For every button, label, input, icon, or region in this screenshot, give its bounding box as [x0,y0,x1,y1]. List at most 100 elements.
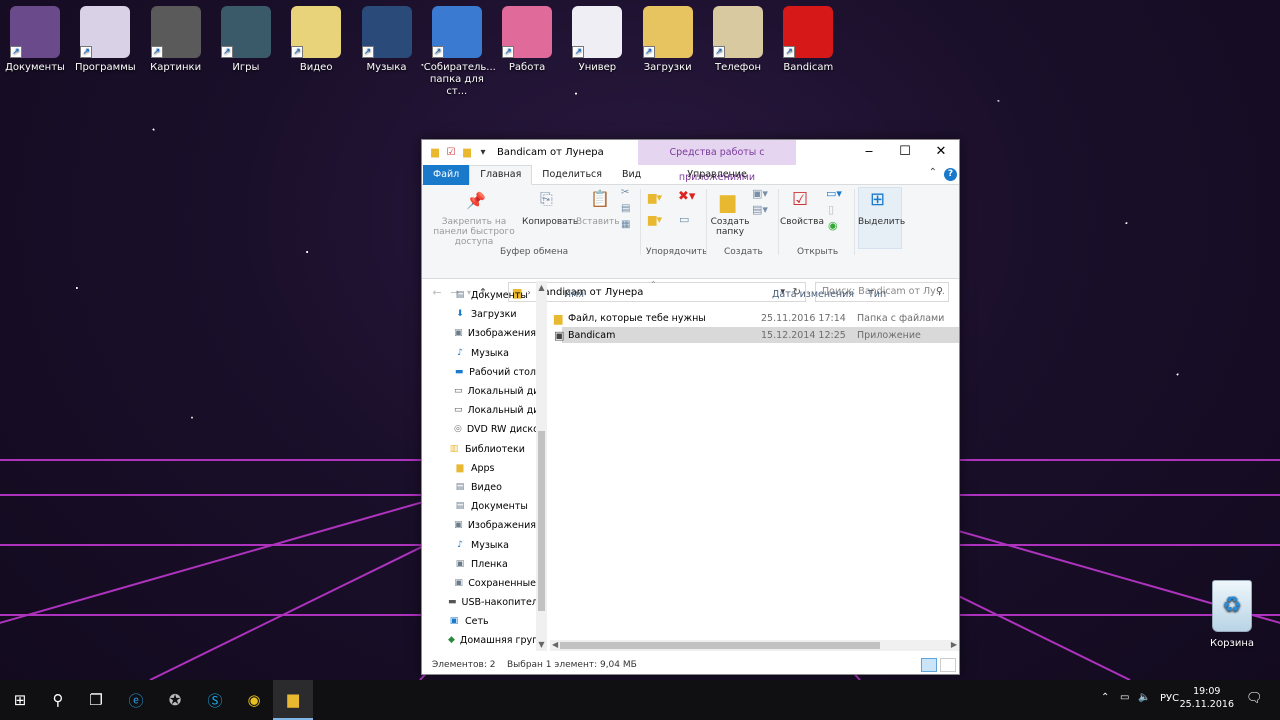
nav-item[interactable]: ◆ Домашняя груп [422,631,538,650]
nav-item[interactable]: ♪ Музыка [422,344,536,363]
column-date[interactable]: Дата изменения [772,289,854,300]
copy-button[interactable]: Копировать [522,217,578,227]
scroll-right-icon[interactable]: ▶ [951,640,957,649]
nav-item[interactable]: ▣ Изображения [422,324,536,343]
desktop-shortcut[interactable]: ↗ Документы [2,6,68,74]
paste-icon: 📋 [590,189,610,208]
details-view-icon[interactable] [921,658,937,672]
nav-item[interactable]: ♪ Музыка [422,535,536,554]
desktop-shortcut-label: Программы [74,62,136,73]
desktop-shortcut[interactable]: ↗ Видео [283,6,349,74]
select-button[interactable]: Выделить [858,217,905,227]
recycle-bin[interactable]: ♻ Корзина [1204,580,1260,649]
nav-item[interactable]: ▆ Apps [422,459,536,478]
nav-item[interactable]: ▭ Локальный ди [422,401,539,420]
desktop-shortcut[interactable]: ↗ Собиратель... папка для ст... [424,6,496,98]
desktop-shortcut[interactable]: ↗ Картинки [143,6,209,74]
column-name[interactable]: Имя [564,289,584,300]
start-button[interactable]: ⊞ [0,680,40,720]
maximize-button[interactable]: ☐ [887,140,923,165]
delete-icon[interactable]: ✖▾ [678,189,695,204]
nav-item[interactable]: ▤ Видео [422,478,536,497]
nav-item[interactable]: ▤ Документы [422,286,536,305]
open-icon[interactable]: ▭▾ [826,187,842,200]
desktop-shortcut[interactable]: ↗ Телефон [705,6,771,74]
properties-qat-icon[interactable]: ☑ [445,147,457,158]
history-icon[interactable]: ◉ [828,219,838,232]
skype-icon[interactable]: Ⓢ [195,680,235,720]
desktop-shortcut[interactable]: ↗ Работа [494,6,560,74]
action-center-icon[interactable]: 🗨 [1246,691,1263,706]
clock[interactable]: 19:09 25.11.2016 [1180,685,1234,711]
libraries-icon: ▥ [449,443,459,454]
nav-item[interactable]: ▭ Локальный ди [422,382,539,401]
title-bar[interactable]: ▆ ☑ ▆ ▾ Bandicam от Лунера Средства рабо… [422,140,959,183]
minimize-button[interactable]: ‒ [851,140,887,165]
file-row[interactable]: ▆ Файл, которые тебе нужны 25.11.2016 17:1… [554,310,959,326]
scroll-down-icon[interactable]: ▼ [536,640,547,649]
desktop-shortcut[interactable]: ↗ Программы [72,6,138,74]
nav-item[interactable]: ◎ DVD RW диско [422,420,539,439]
new-folder-button[interactable]: Создать папку [708,217,752,237]
file-explorer-taskbar-button[interactable]: ▆ [273,680,313,720]
new-item-icon[interactable]: ▣▾ [752,187,768,200]
tab-manage[interactable]: Управление [638,165,796,185]
help-icon[interactable]: ? [944,168,957,181]
edit-icon[interactable]: ▯ [828,203,834,216]
nav-item[interactable]: ▣ Пленка [422,555,536,574]
desktop-shortcut[interactable]: ↗ Универ [564,6,630,74]
paste-shortcut-icon[interactable]: ▦ [621,219,630,230]
tab-home[interactable]: Главная [469,164,533,185]
column-type[interactable]: Тип [868,289,886,300]
desktop-shortcut[interactable]: ↗ Игры [213,6,279,74]
volume-icon[interactable]: 🔈 [1138,692,1150,703]
shortcut-image-icon: ↗ [783,6,834,58]
nav-item[interactable]: ⬇ Загрузки [422,305,536,324]
copy-to-icon[interactable]: ▆▾ [648,213,662,226]
file-row[interactable]: ▣ Bandicam 15.12.2014 12:25 Приложение [554,327,959,343]
select-icon: ⊞ [870,189,886,210]
music-icon: ♪ [457,347,463,358]
easy-access-icon[interactable]: ▤▾ [752,203,768,216]
edge-icon[interactable]: ⓔ [116,680,156,720]
scroll-up-icon[interactable]: ▲ [536,283,547,292]
nav-item[interactable]: ▥ Библиотеки [422,440,536,459]
nav-item[interactable]: ▬ Рабочий стол [422,363,536,382]
drive-icon: ▭ [454,386,463,397]
nav-item[interactable]: ▣ Изображения [422,516,536,535]
tab-file[interactable]: Файл [423,164,470,185]
copy-path-icon[interactable]: ▤ [621,203,630,214]
nav-item[interactable]: ▤ Документы [422,497,536,516]
desktop-shortcut[interactable]: ↗ Загрузки [635,6,701,74]
nav-item[interactable]: ▣ Сеть [422,612,536,631]
steam-icon[interactable]: ✪ [155,680,195,720]
nav-item[interactable]: ▣ Сохраненные [422,574,536,593]
network-icon[interactable]: ▭ [1120,692,1129,703]
show-hidden-icons-icon[interactable]: ⌃ [1101,692,1109,703]
properties-button[interactable]: Свойства [780,217,824,227]
large-icons-view-icon[interactable] [940,658,956,672]
new-folder-qat-icon[interactable]: ▆ [461,147,473,158]
move-to-icon[interactable]: ▆▾ [648,191,662,204]
cut-icon[interactable]: ✂ [621,187,629,198]
qat-dropdown-icon[interactable]: ▾ [477,147,489,158]
status-bar: Элементов: 2 Выбран 1 элемент: 9,04 МБ [422,656,959,674]
desktop-shortcut[interactable]: ↗ Музыка [354,6,420,74]
search-icon[interactable]: ⚲ [38,680,78,720]
language-indicator[interactable]: РУС [1160,693,1179,704]
rename-icon[interactable]: ▭ [679,213,689,226]
paste-button[interactable]: Вставить [576,217,620,227]
chrome-icon[interactable]: ◉ [234,680,274,720]
tab-share[interactable]: Поделиться [532,165,612,185]
desktop-shortcut[interactable]: ↗ Bandicam [775,6,841,74]
nav-scrollbar-thumb[interactable] [538,431,545,611]
pin-quick-access-button[interactable]: Закрепить на панели быстрого доступа [426,217,522,247]
nav-item[interactable]: ▬ USB-накопители [422,593,544,612]
scroll-left-icon[interactable]: ◀ [552,640,558,649]
collapse-ribbon-icon[interactable]: ⌃ [929,167,937,178]
close-button[interactable]: ✕ [923,140,959,165]
horizontal-scrollbar-thumb[interactable] [560,642,880,649]
task-view-icon[interactable]: ❐ [76,680,116,720]
horizontal-scrollbar[interactable]: ◀ ▶ [550,640,959,651]
nav-scrollbar[interactable]: ▲ ▼ [536,281,547,651]
